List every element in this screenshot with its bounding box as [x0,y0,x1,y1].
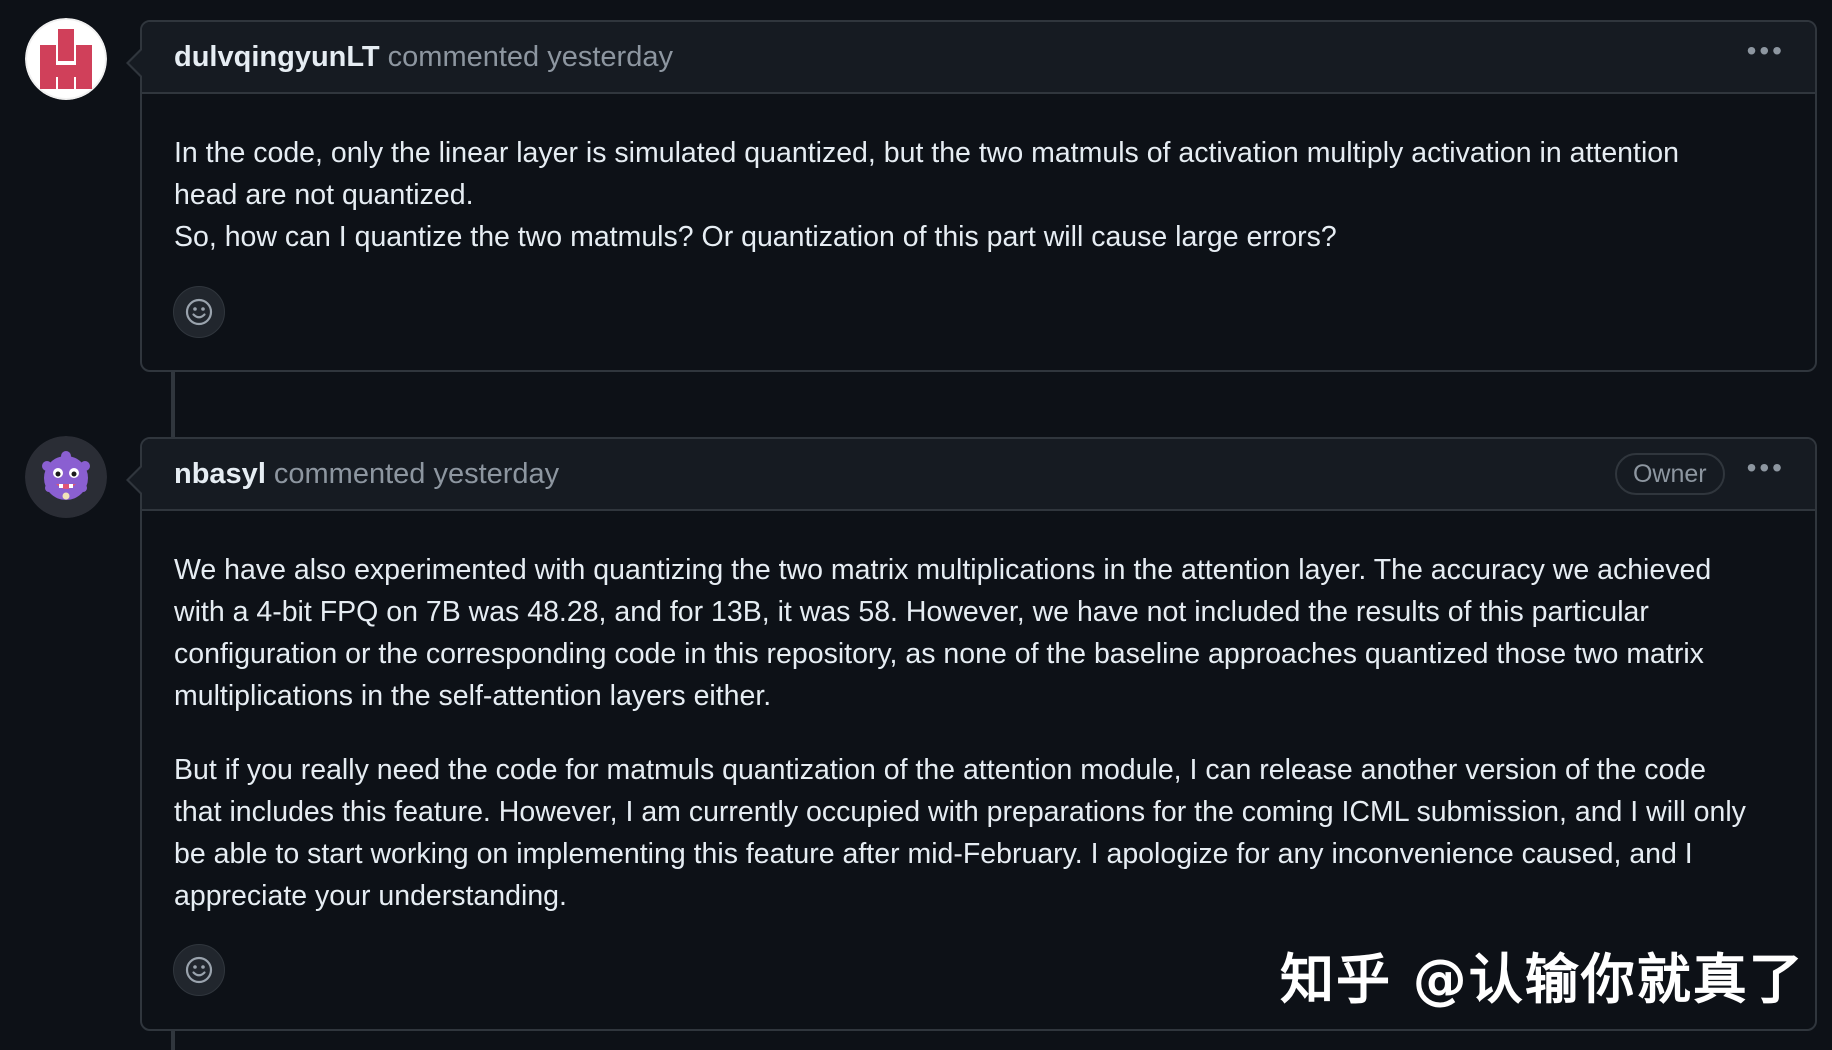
kebab-horizontal-icon[interactable]: ••• [1747,454,1785,494]
text-line: be able to start working on implementing… [174,838,1693,870]
identicon-avatar[interactable] [25,18,107,100]
comment-card: dulvqingyunLT commented yesterday ••• In… [126,20,1817,372]
comment-header: dulvqingyunLT commented yesterday ••• [142,22,1815,94]
smiley-icon [185,956,213,984]
text-line: But if you really need the code for matm… [174,754,1707,786]
comment-timestamp[interactable]: commented yesterday [274,458,559,491]
text-line: with a 4-bit FPQ on 7B was 48.28, and fo… [174,596,1649,628]
comment-paragraph: But if you really need the code for matm… [174,749,1785,917]
text-line: appreciate your understanding. [174,880,567,912]
text-line: We have also experimented with quantizin… [174,554,1712,586]
text-line: that includes this feature. However, I a… [174,796,1746,828]
monster-icon [25,436,107,518]
timeline-connector [171,372,175,444]
timeline-connector [171,1031,175,1050]
watermark-text: 知乎 @认输你就真了 [1280,948,1805,1011]
comment-body: In the code, only the linear layer is si… [142,94,1815,258]
identicon-icon [25,18,107,100]
kebab-horizontal-icon[interactable]: ••• [1747,37,1785,77]
comment-timestamp[interactable]: commented yesterday [388,41,673,74]
text-line: multiplications in the self-attention la… [174,680,772,712]
author-link[interactable]: dulvqingyunLT [174,41,380,74]
author-link[interactable]: nbasyl [174,458,266,491]
smiley-icon [185,298,213,326]
purple-monster-avatar[interactable] [25,436,107,518]
comment-paragraph: In the code, only the linear layer is si… [174,132,1785,258]
comment-paragraph: We have also experimented with quantizin… [174,549,1785,717]
add-reaction-button[interactable] [173,286,225,338]
text-line: configuration or the corresponding code … [174,638,1704,670]
owner-badge: Owner [1614,453,1725,495]
text-line: So, how can I quantize the two matmuls? … [174,221,1337,253]
comment-header: nbasyl commented yesterday Owner ••• [142,439,1815,511]
text-line: head are not quantized. [174,179,474,211]
comment-body: We have also experimented with quantizin… [142,511,1815,917]
text-line: In the code, only the linear layer is si… [174,137,1679,169]
add-reaction-button[interactable] [173,944,225,996]
